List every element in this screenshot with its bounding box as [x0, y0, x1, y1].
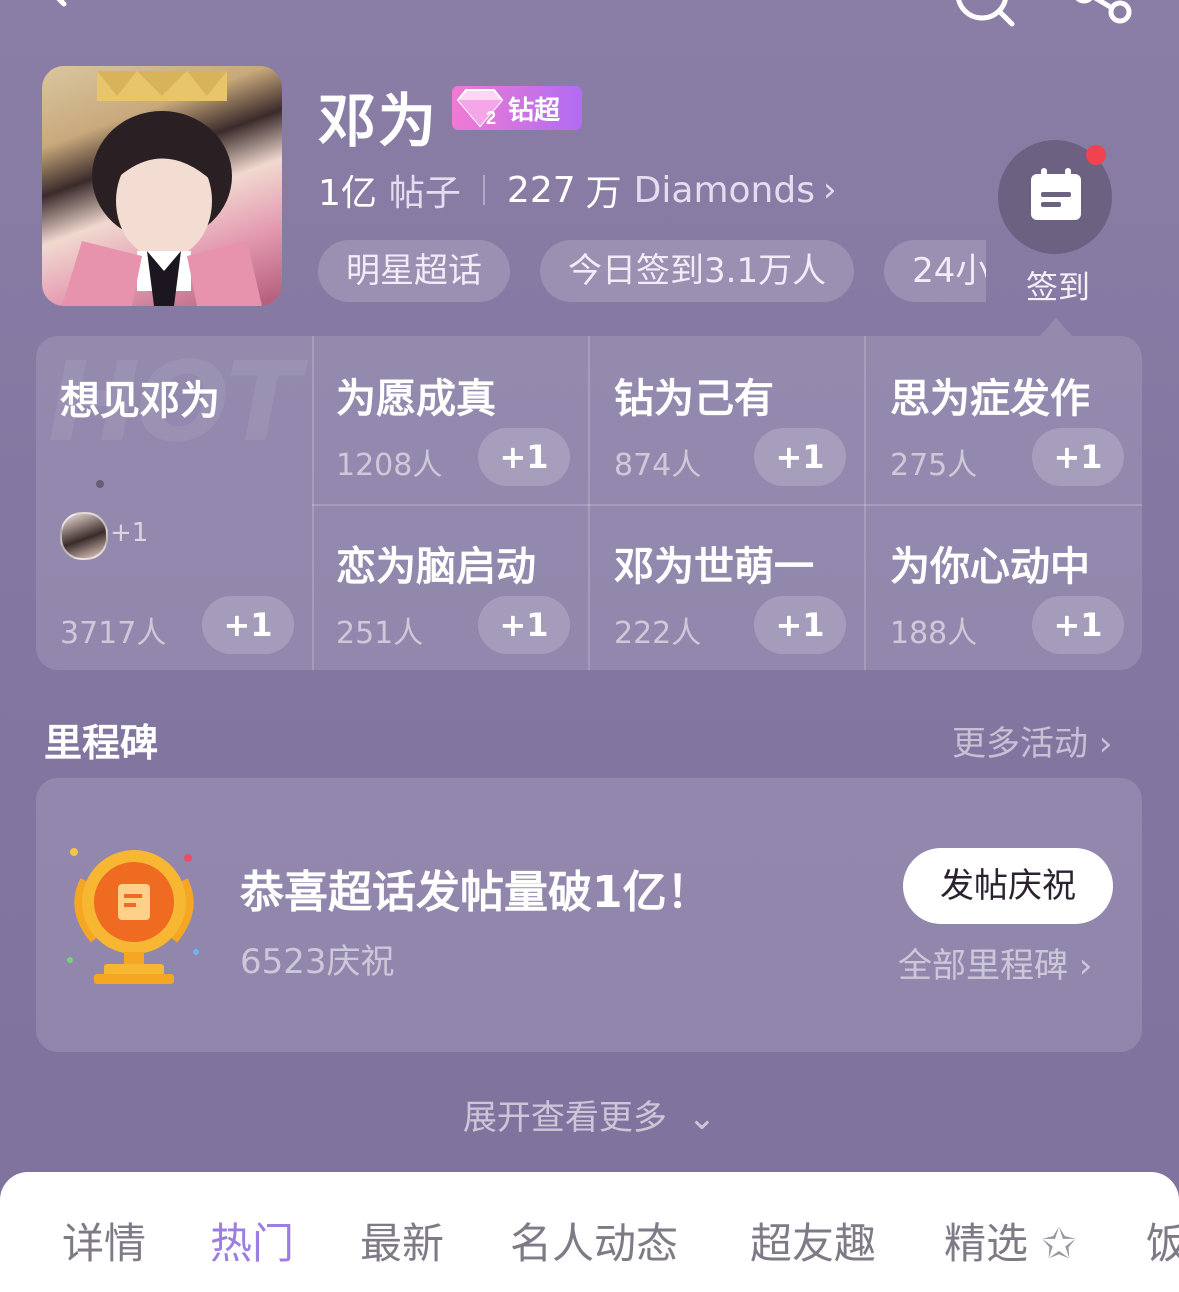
plus-one-button[interactable]: +1 [1032, 596, 1124, 654]
tab-bar: 详情 热门 最新 名人动态 超友趣 精选 ✩ 饭 [0, 1172, 1179, 1292]
post-celebrate-button[interactable]: 发帖庆祝 [903, 848, 1113, 924]
supporter-extra: +1 [110, 518, 149, 548]
plus-one-button[interactable]: +1 [478, 596, 570, 654]
tag-checkin-count[interactable]: 今日签到3.1万人 [540, 240, 855, 302]
divider [482, 175, 485, 205]
plus-one-button[interactable]: +1 [754, 596, 846, 654]
posts-label: 帖子 [388, 173, 461, 214]
wish-count: 1208人 [336, 448, 443, 483]
supporter-avatar [60, 512, 108, 560]
wish-count: 188人 [890, 616, 978, 651]
topic-name: 邓为 [318, 87, 439, 155]
divider [312, 336, 314, 670]
stats-row: 1亿 帖子 227 万 Diamonds › [318, 164, 837, 216]
notification-dot [1086, 145, 1106, 165]
level-badge[interactable]: 2 钻超 [452, 86, 582, 130]
tab-super-friends[interactable]: 超友趣 [750, 1210, 876, 1271]
more-activities-link[interactable]: 更多活动 › [952, 716, 1112, 765]
avatar[interactable] [42, 66, 282, 306]
pointer-arrow [1040, 318, 1072, 336]
chevron-down-icon: ⌄ [687, 1098, 717, 1138]
diamonds-count[interactable]: 227 [507, 170, 576, 211]
tab-details[interactable]: 详情 [62, 1210, 146, 1271]
wish-count: 874人 [614, 448, 702, 483]
chevron-right-icon[interactable]: › [823, 170, 837, 210]
wish-title[interactable]: 为你心动中 [890, 534, 1090, 592]
all-milestones-link[interactable]: 全部里程碑 › [898, 938, 1092, 987]
diamonds-unit: 万 [585, 173, 622, 214]
tag-row: 明星超话 今日签到3.1万人 24小 [318, 240, 986, 302]
badge-label: 钻超 [508, 95, 561, 126]
plus-one-button[interactable]: +1 [754, 428, 846, 486]
tab-hot[interactable]: 热门 [210, 1210, 294, 1271]
svg-text:2: 2 [486, 108, 496, 128]
milestone-headline: 恭喜超话发帖量破1亿！ [240, 867, 711, 918]
plus-one-button[interactable]: +1 [478, 428, 570, 486]
wish-title[interactable]: 为愿成真 [336, 366, 496, 424]
divider [864, 336, 866, 670]
wish-grid: HOT 想见邓为 +1 3717人 +1 为愿成真 1208人 +1 钻为己有 … [36, 336, 1142, 670]
wish-count: 3717人 [60, 616, 167, 651]
tab-featured-label: 精选 [944, 1219, 1029, 1268]
back-arrow-icon[interactable] [30, 0, 70, 20]
wish-title[interactable]: 邓为世萌一 [614, 534, 814, 592]
trophy-icon [67, 848, 199, 984]
wish-title[interactable]: 思为症发作 [890, 366, 1090, 424]
tag-category[interactable]: 明星超话 [318, 240, 510, 302]
plus-one-button[interactable]: +1 [202, 596, 294, 654]
celebration-count: 6523庆祝 [240, 942, 395, 982]
diamonds-label[interactable]: Diamonds [634, 170, 815, 211]
divider [312, 504, 1142, 506]
wish-title[interactable]: 钻为己有 [614, 366, 774, 424]
wish-title[interactable]: 恋为脑启动 [336, 534, 536, 592]
checkin-label[interactable]: 签到 [1026, 262, 1090, 308]
wish-title[interactable]: 想见邓为 [60, 368, 220, 426]
calendar-icon[interactable] [1027, 166, 1085, 224]
posts-count: 1亿 [318, 173, 377, 214]
expand-more[interactable]: 展开查看更多 ⌄ [0, 1090, 1179, 1139]
sparkle-icon [96, 480, 104, 488]
expand-label: 展开查看更多 [462, 1098, 667, 1138]
wish-count: 275人 [890, 448, 978, 483]
tab-fan[interactable]: 饭 [1146, 1210, 1179, 1271]
tab-celebrity-news[interactable]: 名人动态 [510, 1210, 678, 1271]
share-icon[interactable] [1070, 0, 1140, 32]
milestones-heading: 里程碑 [44, 721, 159, 765]
wish-count: 222人 [614, 616, 702, 651]
tab-latest[interactable]: 最新 [360, 1210, 444, 1271]
star-icon: ✩ [1041, 1219, 1077, 1268]
tab-featured[interactable]: 精选 ✩ [944, 1210, 1077, 1271]
plus-one-button[interactable]: +1 [1032, 428, 1124, 486]
search-icon[interactable] [950, 0, 1020, 40]
divider [588, 336, 590, 670]
diamond-icon: 2 [456, 89, 504, 128]
tag-24h[interactable]: 24小 [884, 240, 986, 302]
wish-count: 251人 [336, 616, 424, 651]
